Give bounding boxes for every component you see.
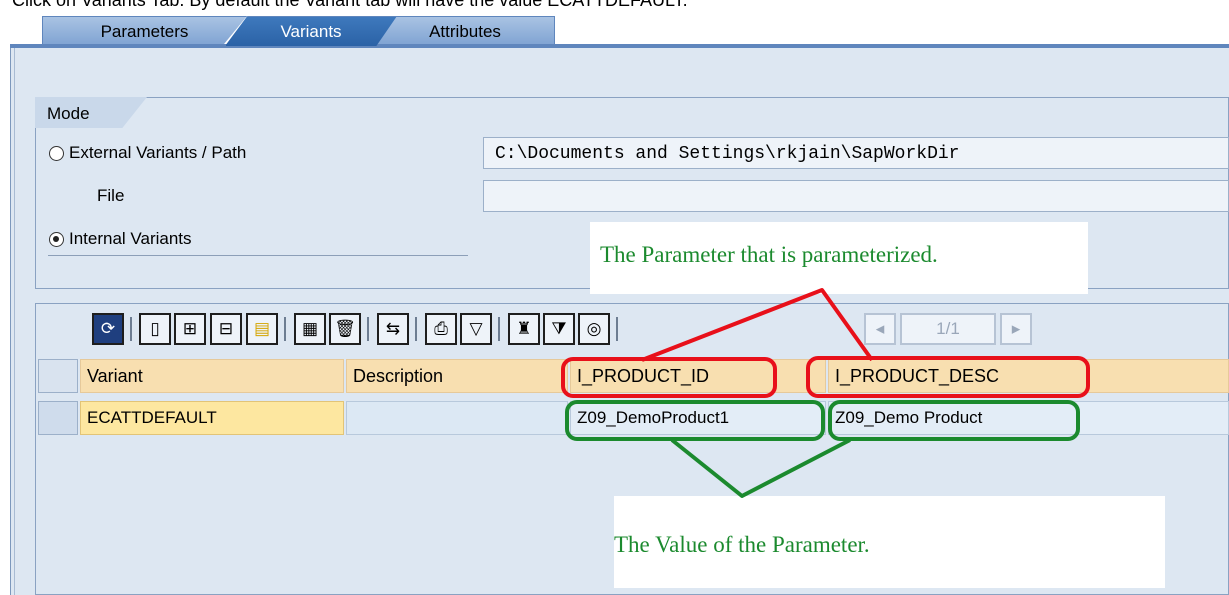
annotation-red-box-product-desc: [806, 356, 1090, 398]
annotation-red-box-product-id: [561, 357, 777, 398]
annotation-overlay: [561, 288, 1090, 498]
annotation-green-box-product-id: [565, 400, 825, 441]
annotation-red-pointer: [641, 288, 874, 362]
tab-variants[interactable]: Variants: [225, 16, 397, 46]
annotation-green-box-product-desc: [828, 400, 1080, 441]
annotation-green-pointer: [670, 438, 851, 498]
